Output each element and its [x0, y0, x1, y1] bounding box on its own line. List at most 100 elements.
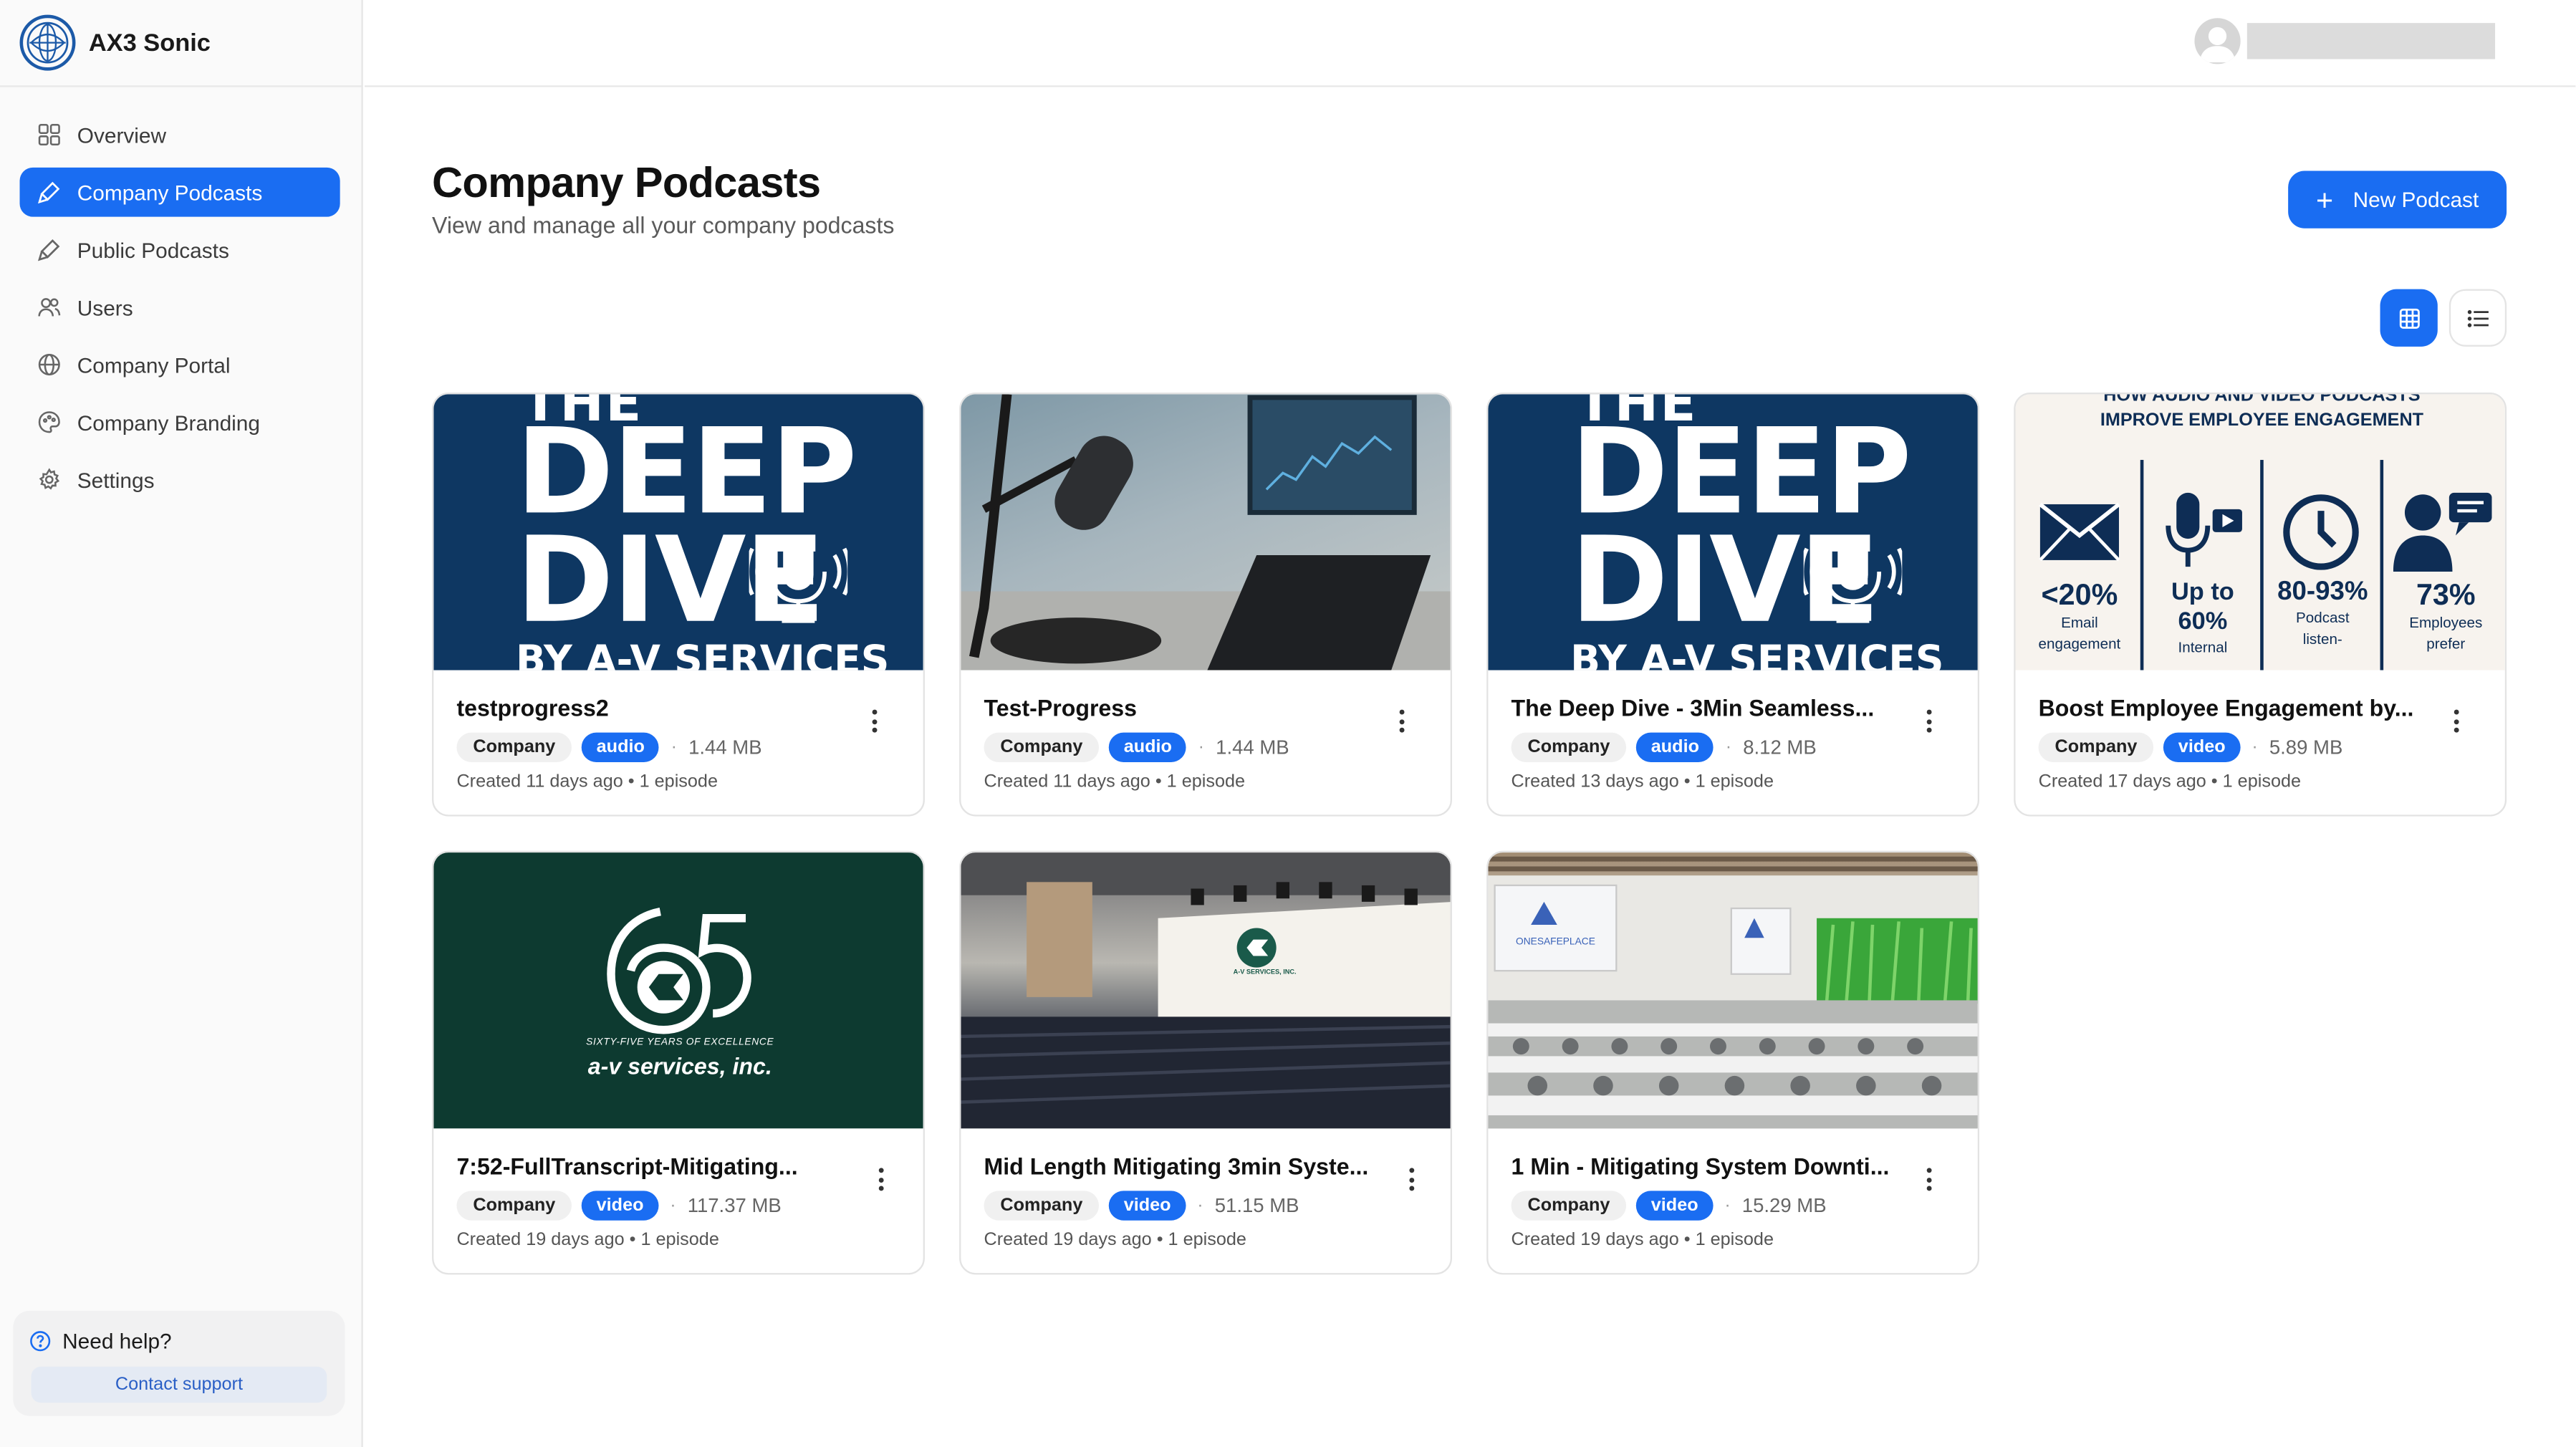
visibility-badge: Company — [456, 732, 572, 762]
podcast-meta: Created 11 days ago • 1 episode — [456, 771, 719, 792]
visibility-badge: Company — [456, 1191, 572, 1221]
podcast-card[interactable]: ONESAFEPLACE 1 Min - Mitigating System D… — [1486, 850, 1980, 1275]
more-options-icon[interactable] — [1925, 709, 1931, 733]
mic-icon — [37, 181, 60, 204]
plus-icon: + — [2315, 183, 2334, 216]
sidebar-item-company-branding[interactable]: Company Branding — [20, 398, 340, 447]
auditorium-image — [961, 852, 1451, 1129]
separator-dot: · — [2251, 737, 2258, 758]
sidebar-item-company-portal[interactable]: Company Portal — [20, 340, 340, 390]
grid-icon — [38, 124, 60, 146]
logo-tagline: SIXTY-FIVE YEARS OF EXCELLENCE — [586, 1038, 774, 1048]
podcast-tags: Company video · 51.15 MB — [984, 1191, 1299, 1221]
users-icon — [38, 298, 61, 317]
brand-name: AX3 Sonic — [88, 29, 211, 57]
screen-text: A-V SERVICES, INC. — [1233, 967, 1297, 976]
user-avatar-icon — [2199, 27, 2236, 63]
list-view-toggle[interactable] — [2448, 289, 2507, 347]
more-options-icon[interactable] — [1398, 709, 1404, 733]
podcast-card[interactable]: SIXTY-FIVE YEARS OF EXCELLENCE a-v servi… — [432, 850, 925, 1275]
podcast-title[interactable]: testprogress2 — [456, 695, 850, 721]
sidebar-item-public-podcasts[interactable]: Public Podcasts — [20, 225, 340, 274]
visibility-badge: Company — [1511, 1191, 1627, 1221]
microphone-icon — [749, 537, 848, 623]
clock-icon — [2283, 494, 2359, 570]
new-podcast-button[interactable]: + New Podcast — [2288, 170, 2507, 229]
file-size: 1.44 MB — [688, 736, 762, 759]
envelope-icon — [2039, 502, 2120, 562]
sidebar-item-overview[interactable]: Overview — [20, 110, 340, 160]
help-title-text: Need help? — [62, 1329, 172, 1354]
podcast-tags: Company audio · 1.44 MB — [456, 732, 762, 762]
file-size: 8.12 MB — [1743, 736, 1817, 759]
podcast-thumbnail: SIXTY-FIVE YEARS OF EXCELLENCE a-v servi… — [433, 852, 923, 1129]
sidebar-item-settings[interactable]: Settings — [20, 455, 340, 504]
separator-dot: · — [1197, 1196, 1203, 1216]
file-size: 1.44 MB — [1216, 736, 1289, 759]
podcast-tags: Company video · 5.89 MB — [2038, 732, 2343, 762]
podcast-tags: Company audio · 1.44 MB — [984, 732, 1289, 762]
sidebar-item-label: Company Portal — [77, 352, 231, 378]
help-circle-icon — [30, 1331, 51, 1352]
file-size: 51.15 MB — [1214, 1194, 1299, 1218]
infographic-stat: Up to 60% Internal — [2171, 578, 2234, 655]
podcast-card[interactable]: THE DEEP DIVE BY A-V SERVICES testprogres… — [432, 393, 925, 817]
thumb-text: BY A-V SERVICES — [1570, 637, 1944, 670]
page-subtitle: View and manage all your company podcast… — [432, 211, 895, 239]
podcast-card[interactable]: THE DEEP DIVE BY A-V SERVICES The Deep Di… — [1486, 393, 1980, 817]
sidebar-item-company-podcasts[interactable]: Company Podcasts — [19, 167, 340, 217]
conference-room-image — [1488, 856, 1978, 1129]
contact-support-button[interactable]: Contact support — [31, 1366, 327, 1403]
podcast-meta: Created 11 days ago • 1 episode — [984, 771, 1246, 792]
podcast-card[interactable]: A-V SERVICES, INC. Mid Length Mitigating… — [959, 850, 1453, 1275]
help-box: Need help? Contact support — [13, 1310, 345, 1416]
grid-view-toggle[interactable] — [2380, 289, 2438, 347]
sidebar: AX3 Sonic Overview Company Podcasts Publ… — [0, 0, 363, 1447]
visibility-badge: Company — [2038, 732, 2154, 762]
podcast-card[interactable]: Test-Progress Company audio · 1.44 MB Cr… — [959, 393, 1453, 817]
visibility-badge: Company — [984, 1191, 1100, 1221]
file-size: 117.37 MB — [687, 1194, 782, 1218]
podcast-title[interactable]: Test-Progress — [984, 695, 1378, 721]
topbar — [365, 0, 2576, 87]
podcast-title[interactable]: 7:52-FullTranscript-Mitigating... — [456, 1153, 850, 1180]
podcast-title[interactable]: The Deep Dive - 3Min Seamless... — [1512, 695, 1905, 721]
type-badge: video — [1109, 1191, 1186, 1221]
podcast-meta: Created 19 days ago • 1 episode — [1511, 1230, 1774, 1250]
podcast-thumbnail: HOW AUDIO AND VIDEO PODCASTS IMPROVE EMP… — [2015, 394, 2505, 670]
podcast-meta: Created 19 days ago • 1 episode — [984, 1230, 1246, 1250]
microphone-icon — [1803, 537, 1903, 623]
more-options-icon[interactable] — [870, 709, 877, 733]
page-title: Company Podcasts — [432, 158, 821, 207]
type-badge: video — [2163, 732, 2241, 762]
podcast-thumbnail: A-V SERVICES, INC. — [961, 852, 1451, 1129]
brand[interactable]: AX3 Sonic — [0, 0, 362, 87]
podcast-thumbnail: ONESAFEPLACE — [1488, 852, 1978, 1129]
av-65-logo-icon — [607, 907, 751, 1034]
visibility-badge: Company — [1511, 732, 1627, 762]
sidebar-item-users[interactable]: Users — [20, 282, 340, 332]
separator-dot: · — [1725, 737, 1732, 758]
separator-dot: · — [671, 737, 678, 758]
grid-view-icon — [2398, 307, 2419, 328]
screen-text: ONESAFEPLACE — [1516, 938, 1595, 948]
type-badge: video — [582, 1191, 659, 1221]
podcast-title[interactable]: 1 Min - Mitigating System Downti... — [1512, 1153, 1905, 1180]
type-badge: audio — [582, 732, 660, 762]
infographic-stat: 80-93% Podcast listen- — [2277, 578, 2368, 648]
more-options-icon[interactable] — [1925, 1168, 1931, 1191]
file-size: 5.89 MB — [2269, 736, 2343, 759]
podcast-tags: Company video · 15.29 MB — [1511, 1191, 1827, 1221]
more-options-icon[interactable] — [877, 1168, 883, 1191]
more-options-icon[interactable] — [1408, 1168, 1414, 1191]
more-options-icon[interactable] — [2452, 709, 2459, 733]
new-podcast-label: New Podcast — [2352, 187, 2479, 212]
avatar[interactable] — [2194, 18, 2241, 64]
podcast-meta: Created 19 days ago • 1 episode — [456, 1230, 719, 1250]
podcast-card[interactable]: HOW AUDIO AND VIDEO PODCASTS IMPROVE EMP… — [2014, 393, 2507, 817]
podcast-title[interactable]: Mid Length Mitigating 3min Syste... — [984, 1153, 1378, 1180]
sidebar-item-label: Overview — [77, 122, 167, 148]
podcast-title[interactable]: Boost Employee Engagement by... — [2039, 695, 2433, 721]
type-badge: video — [1636, 1191, 1714, 1221]
podcast-thumbnail: THE DEEP DIVE BY A-V SERVICES — [433, 394, 923, 670]
